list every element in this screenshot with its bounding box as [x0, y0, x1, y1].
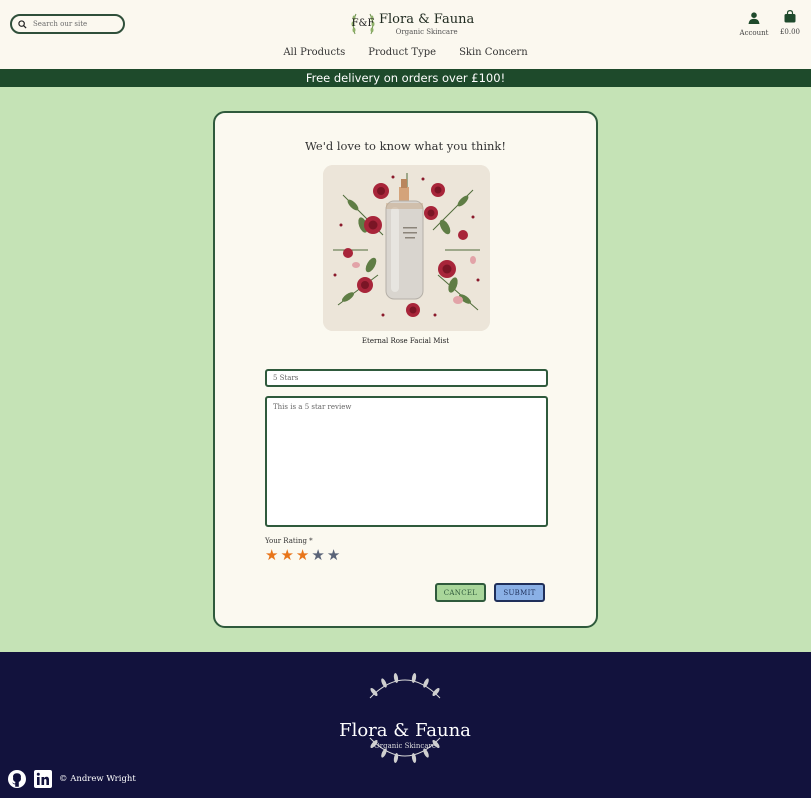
- nav-all-products[interactable]: All Products: [283, 47, 345, 58]
- submit-button[interactable]: SUBMIT: [494, 583, 545, 602]
- site-footer: Flora & Fauna Organic Skincare © Andrew …: [0, 652, 811, 798]
- footer-logo: Flora & Fauna Organic Skincare: [330, 670, 480, 766]
- review-body-textarea[interactable]: [265, 396, 548, 527]
- search-input[interactable]: [33, 20, 118, 28]
- nav-product-type[interactable]: Product Type: [368, 47, 436, 58]
- main-nav: All Products Product Type Skin Concern: [0, 47, 811, 58]
- social-links: © Andrew Wright: [8, 770, 136, 788]
- shopping-bag-icon: [784, 9, 796, 23]
- star-icon-2[interactable]: ★: [280, 547, 293, 564]
- rating-label: Your Rating *: [265, 537, 313, 545]
- delivery-banner: Free delivery on orders over £100!: [0, 69, 811, 87]
- search-box[interactable]: [10, 14, 125, 34]
- github-icon[interactable]: [8, 770, 26, 788]
- account-link[interactable]: Account: [739, 9, 769, 37]
- star-icon-1[interactable]: ★: [265, 547, 278, 564]
- product-image: [323, 165, 490, 331]
- linkedin-icon[interactable]: [34, 770, 52, 788]
- site-header: F&F Flora & Fauna Organic Skincare Accou…: [0, 0, 811, 69]
- brand-tagline: Organic Skincare: [395, 28, 458, 36]
- nav-skin-concern[interactable]: Skin Concern: [459, 47, 528, 58]
- account-label: Account: [739, 29, 769, 37]
- wreath-top-icon: [369, 673, 441, 763]
- star-icon-5[interactable]: ★: [327, 547, 340, 564]
- product-name: Eternal Rose Facial Mist: [361, 337, 450, 345]
- copyright-text: © Andrew Wright: [59, 774, 136, 784]
- bag-total: £0.00: [779, 28, 801, 36]
- footer-brand-name: Flora & Fauna: [339, 720, 471, 741]
- user-icon: [748, 12, 760, 24]
- bag-link[interactable]: £0.00: [778, 8, 802, 36]
- brand-logo[interactable]: F&F Flora & Fauna Organic Skincare: [351, 10, 474, 38]
- wreath-icon: F&F: [351, 10, 375, 38]
- star-rating[interactable]: ★ ★ ★ ★ ★: [265, 547, 340, 564]
- footer-brand-tagline: Organic Skincare: [374, 742, 436, 750]
- star-icon-3[interactable]: ★: [296, 547, 309, 564]
- brand-mark: F&F: [351, 18, 375, 29]
- brand-name: Flora & Fauna: [379, 12, 475, 27]
- review-title-input[interactable]: [265, 369, 548, 387]
- search-icon: [18, 19, 27, 29]
- star-icon-4[interactable]: ★: [311, 547, 324, 564]
- cancel-button[interactable]: CANCEL: [435, 583, 486, 602]
- review-heading: We'd love to know what you think!: [305, 139, 506, 153]
- review-card: We'd love to know what you think! Eterna…: [213, 111, 598, 628]
